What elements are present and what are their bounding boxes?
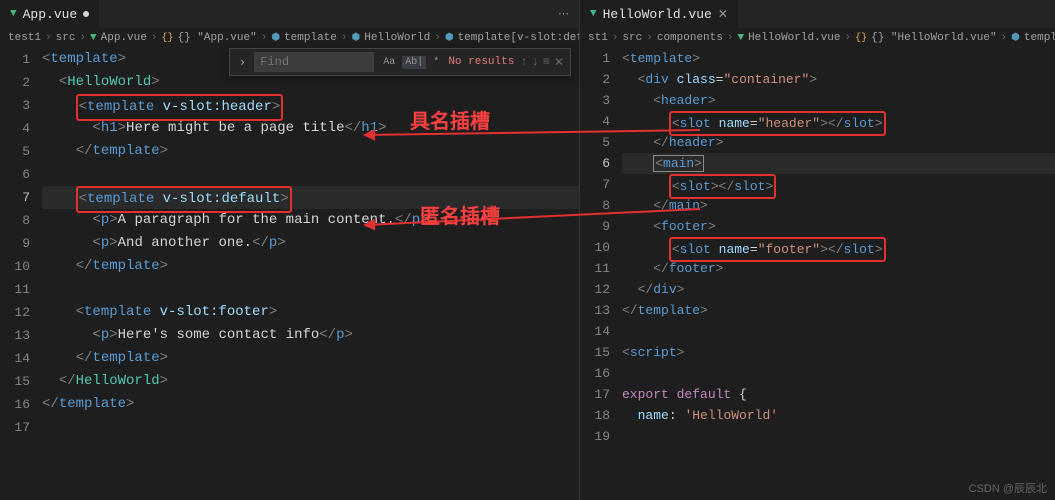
- annotation-named-slot: 具名插槽: [410, 105, 490, 134]
- vue-icon: ▼: [590, 8, 597, 20]
- vue-icon: ▼: [10, 8, 17, 20]
- breadcrumb-left[interactable]: test1› src› ▼App.vue› {}{} "App.vue"› ⬢t…: [0, 28, 579, 48]
- gutter-right: 12345678910111213141516171819: [580, 48, 622, 500]
- code-left[interactable]: <template> <HelloWorld> <template v-slot…: [42, 48, 579, 500]
- find-next[interactable]: ↓: [532, 55, 539, 70]
- find-selection[interactable]: ≡: [543, 55, 550, 70]
- find-prev[interactable]: ↑: [520, 55, 527, 70]
- gutter-left: 1234567891011121314151617: [0, 48, 42, 500]
- close-icon[interactable]: ✕: [718, 7, 728, 22]
- tab-bar-right: ▼ HelloWorld.vue ✕: [580, 0, 1055, 28]
- find-regex[interactable]: *: [430, 56, 442, 69]
- find-case[interactable]: Aa: [380, 56, 398, 69]
- tab-label: HelloWorld.vue: [603, 7, 712, 22]
- tab-label: App.vue: [23, 7, 78, 22]
- modified-dot: [83, 11, 89, 17]
- find-results: No results: [448, 56, 514, 68]
- tab-overflow[interactable]: ⋯: [550, 7, 579, 21]
- find-close[interactable]: ✕: [554, 55, 564, 70]
- tab-app-vue[interactable]: ▼ App.vue: [0, 0, 99, 28]
- watermark: CSDN @辰辰北: [969, 480, 1047, 496]
- find-expand-icon[interactable]: ›: [236, 55, 248, 70]
- tab-bar-left: ▼ App.vue ⋯: [0, 0, 579, 28]
- tab-helloworld-vue[interactable]: ▼ HelloWorld.vue ✕: [580, 0, 738, 28]
- find-word[interactable]: Ab|: [402, 56, 426, 69]
- annotation-anonymous-slot: 匿名插槽: [420, 200, 500, 229]
- breadcrumb-right[interactable]: st1› src› components› ▼HelloWorld.vue› {…: [580, 28, 1055, 48]
- editor-left[interactable]: 1234567891011121314151617 <template> <He…: [0, 48, 579, 500]
- editor-right[interactable]: 12345678910111213141516171819 <template>…: [580, 48, 1055, 500]
- find-input[interactable]: [254, 52, 374, 72]
- code-right[interactable]: <template> <div class="container"> <head…: [622, 48, 1055, 500]
- find-bar: › Aa Ab| * No results ↑ ↓ ≡ ✕: [229, 48, 571, 76]
